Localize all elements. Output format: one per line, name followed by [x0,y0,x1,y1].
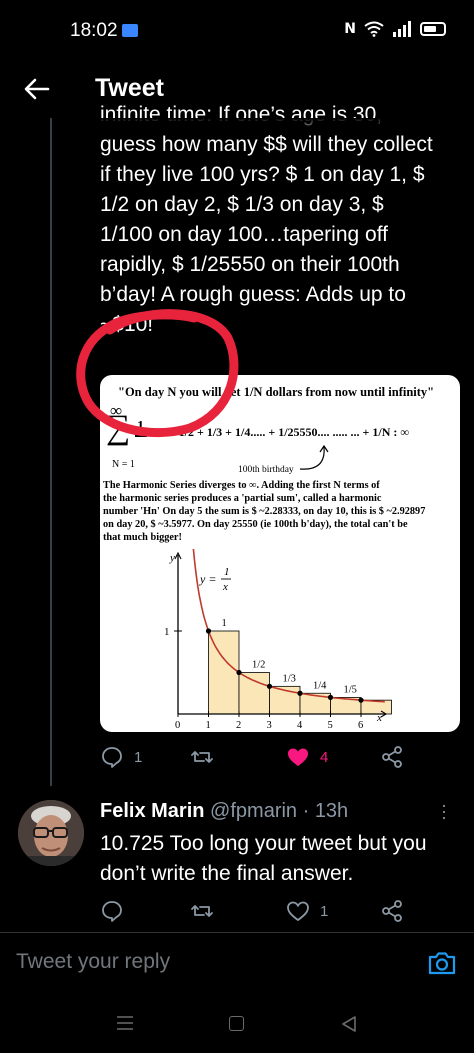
reply-text: 10.725 Too long your tweet but you don’t… [100,832,427,885]
plot-x-axis-label: x [376,712,382,724]
plot-x-tick-2: 2 [236,720,241,731]
thread-connector-line [50,118,52,786]
plot-bar-label-2: 1/2 [252,660,265,671]
reply-share-button[interactable] [380,899,404,923]
page-title: Tweet [95,74,164,102]
image-n-label: N = 1 [112,459,135,470]
reply-header: Felix Marin @fpmarin · 13h [100,800,348,823]
camera-icon[interactable] [427,948,457,978]
plot-bar-label-1: 1 [222,618,227,629]
plot-x-tick-6: 6 [358,720,363,731]
reply-icon [102,901,122,922]
share-button[interactable] [380,745,404,769]
retweet-icon [191,751,213,763]
reply-retweet-button[interactable] [190,899,224,923]
status-indicators: N [344,21,446,37]
reply-actions: 1 [100,899,420,927]
nfc-icon: N [344,21,356,37]
plot-equation-lhs: y = [199,572,216,586]
system-navigation-bar [0,995,474,1053]
recent-apps-icon[interactable] [116,1015,134,1031]
back-arrow-icon[interactable] [22,74,52,104]
plot-equation-denominator: x [222,581,228,593]
reply-author-name[interactable]: Felix Marin [100,800,204,822]
battery-icon [420,22,446,36]
scroll-fade [60,118,474,136]
home-icon[interactable] [229,1016,244,1031]
reply-count: 1 [134,748,143,766]
signal-icon [393,21,411,37]
share-icon [382,900,402,922]
image-birthday-label: 100th birthday [238,465,294,475]
reply-reply-button[interactable] [100,899,134,923]
plot-y-axis-label: y [169,552,175,564]
plot-x-tick-5: 5 [328,720,333,731]
plot-x-tick-1: 1 [206,720,211,731]
plot-x-tick-0: 0 [175,720,180,731]
status-bar: 18:02 N [0,0,474,60]
reply-like-count: 1 [320,902,329,920]
compose-divider [0,932,474,933]
plot-point-2 [236,669,242,676]
plot-point-6 [358,697,364,703]
reply-like-button[interactable]: 1 [286,899,328,923]
plot-point-5 [327,694,334,700]
reply-compose-input[interactable]: Tweet your reply [16,950,170,974]
wifi-icon [364,21,384,37]
tweet-actions: 1 4 [100,745,420,773]
heart-outline-icon [287,901,309,922]
harmonic-plot: 0 1 2 3 4 5 6 1 1/2 1/3 1/4 1/5 y x 1 y = 1 x [164,549,392,731]
reply-author-handle: @fpmarin · 13h [210,800,349,822]
retweet-icon [191,905,213,917]
plot-bar-label-3: 1/3 [283,673,296,684]
plot-x-tick-4: 4 [297,720,303,731]
reply-icon [102,747,122,768]
image-birthday-arrow [299,444,329,470]
status-time: 18:02 [70,20,118,41]
system-back-icon[interactable] [340,1015,358,1033]
more-options-icon[interactable]: · · · [441,796,447,826]
plot-point-3 [266,683,273,689]
heart-filled-icon [288,748,308,766]
reply-button[interactable]: 1 [100,745,142,769]
app-notification-icon [122,24,138,37]
plot-bar-2 [238,672,270,715]
plot-point-1 [205,628,212,634]
plot-x-tick-3: 3 [267,720,272,731]
retweet-button[interactable] [190,745,224,769]
plot-y-tick-1: 1 [164,626,170,638]
share-icon [382,746,402,768]
plot-bar-label-4: 1/4 [313,680,327,691]
like-count: 4 [320,748,329,766]
plot-point-4 [297,690,303,696]
like-button[interactable]: 4 [286,745,328,769]
image-explanation-text: The Harmonic Series diverges to ∞. Addin… [103,480,426,543]
plot-equation-numerator: 1 [224,566,230,578]
reply-avatar[interactable] [18,800,84,866]
plot-bar-label-5: 1/5 [344,684,357,695]
red-circle-annotation [76,309,239,438]
